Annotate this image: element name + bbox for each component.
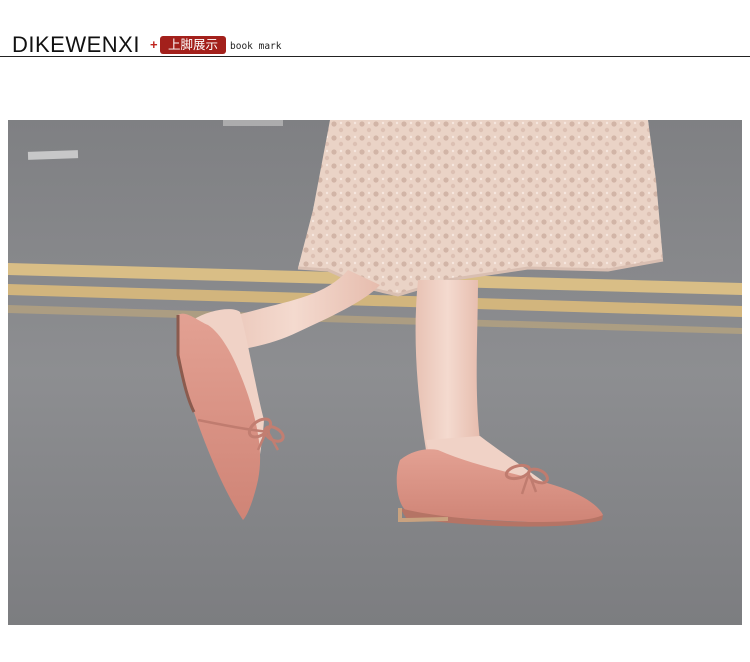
section-subtitle: book mark xyxy=(230,41,282,52)
plus-sign: + xyxy=(150,37,158,52)
brand-name: DIKEWENXI xyxy=(12,32,140,57)
header-divider xyxy=(0,56,750,57)
section-badge: 上脚展示 xyxy=(160,36,226,54)
page-header: DIKEWENXI + 上脚展示 book mark xyxy=(0,0,750,58)
product-photo xyxy=(8,120,742,625)
wearing-photo-illustration xyxy=(8,120,742,625)
